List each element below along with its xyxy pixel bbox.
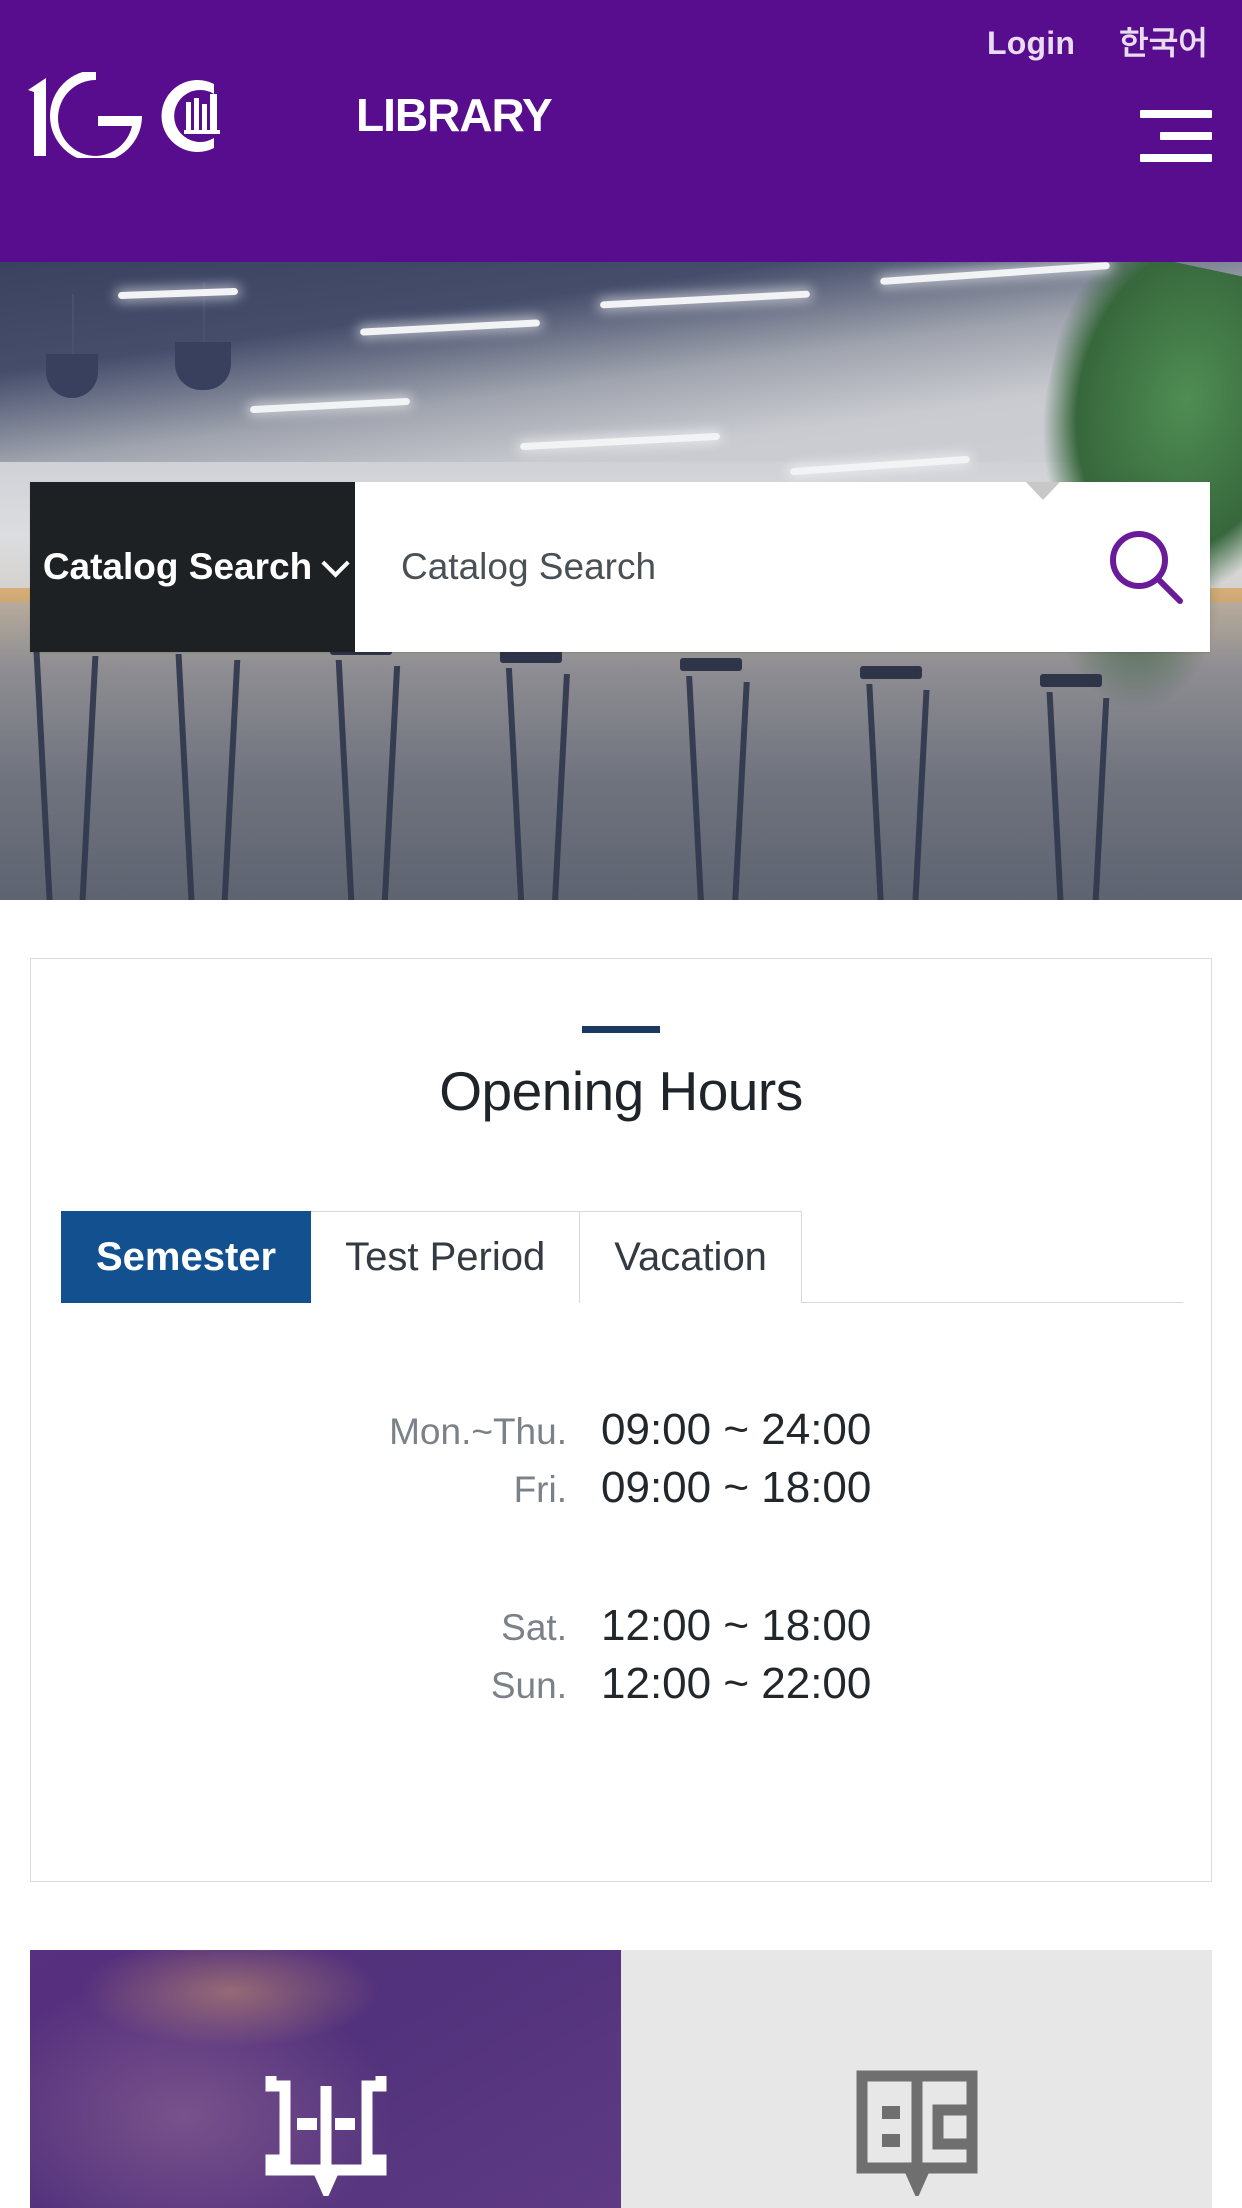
book-reading-icon	[856, 2070, 977, 2196]
hours-time: 12:00 ~ 22:00	[601, 1659, 872, 1708]
tab-label: Semester	[96, 1235, 277, 1279]
search-icon	[1110, 531, 1183, 604]
hamburger-icon[interactable]	[1140, 108, 1212, 164]
title-accent-rule	[582, 1026, 660, 1033]
login-link[interactable]: Login	[987, 27, 1075, 59]
tab-vacation[interactable]: Vacation	[580, 1211, 802, 1303]
tab-label: Vacation	[614, 1235, 767, 1279]
hours-day: Mon.~Thu.	[389, 1411, 567, 1452]
hours-time: 09:00 ~ 24:00	[601, 1405, 872, 1454]
search-category-select[interactable]: Catalog Search	[30, 482, 355, 652]
site-logo[interactable]: LIBRARY	[24, 72, 553, 158]
table-row: Mon.~Thu. 09:00 ~ 24:00	[31, 1405, 1211, 1455]
logo-mark	[28, 72, 220, 158]
search-input[interactable]	[401, 482, 1026, 652]
opening-hours-tabs: Semester Test Period Vacation	[61, 1211, 1183, 1303]
table-row: Sun. 12:00 ~ 22:00	[31, 1659, 1211, 1709]
site-header: Login 한국어 LIBRARY	[0, 0, 1242, 262]
tile-open-book[interactable]	[30, 1950, 621, 2208]
tab-label: Test Period	[345, 1235, 546, 1279]
hours-day: Fri.	[513, 1469, 567, 1510]
chevron-down-icon	[321, 549, 350, 578]
opening-hours-card: Opening Hours Semester Test Period Vacat…	[30, 958, 1212, 1882]
search-field-wrap	[355, 482, 1026, 652]
hours-table: Mon.~Thu. 09:00 ~ 24:00 Fri. 09:00 ~ 18:…	[31, 1405, 1211, 1709]
caret-down-icon[interactable]	[1026, 482, 1060, 500]
catalog-search-bar: Catalog Search	[30, 482, 1210, 652]
hours-time: 09:00 ~ 18:00	[601, 1463, 872, 1512]
tab-semester[interactable]: Semester	[61, 1211, 312, 1303]
search-category-label: Catalog Search	[42, 546, 313, 587]
hours-day: Sun.	[490, 1665, 567, 1706]
utility-nav: Login 한국어	[987, 27, 1208, 59]
language-link[interactable]: 한국어	[1119, 27, 1208, 59]
page-title: Opening Hours	[439, 1060, 803, 1122]
hours-time: 12:00 ~ 18:00	[601, 1601, 872, 1650]
tab-test-period[interactable]: Test Period	[311, 1211, 581, 1303]
tile-book-reading[interactable]	[621, 1950, 1212, 2208]
hours-day: Sat.	[501, 1607, 567, 1648]
table-row: Fri. 09:00 ~ 18:00	[31, 1463, 1211, 1513]
logo-wordmark: LIBRARY	[356, 89, 553, 141]
table-row: Sat. 12:00 ~ 18:00	[31, 1601, 1211, 1651]
open-book-icon	[265, 2076, 386, 2196]
quick-link-tiles	[30, 1950, 1212, 2208]
search-submit-button[interactable]	[1082, 482, 1210, 652]
